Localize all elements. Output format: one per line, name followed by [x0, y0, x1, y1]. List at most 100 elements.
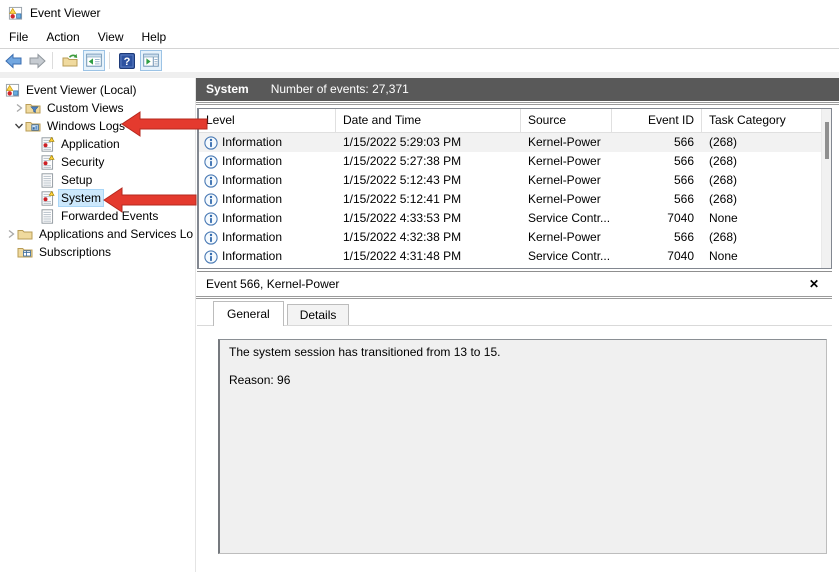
cell-level: Information	[199, 133, 336, 152]
event-description-box[interactable]: The system session has transitioned from…	[218, 339, 827, 554]
cell-source: Service Contr...	[528, 211, 611, 225]
window-title: Event Viewer	[30, 6, 101, 20]
back-button[interactable]	[2, 50, 24, 71]
sidebar-item-security[interactable]: Security	[0, 153, 195, 171]
console-tree-icon	[86, 53, 102, 67]
cell-datetime: 1/15/2022 4:32:38 PM	[343, 230, 462, 244]
cell-datetime: 1/15/2022 4:33:53 PM	[343, 211, 462, 225]
preview-title: Event 566, Kernel-Power	[206, 277, 340, 291]
event-row[interactable]: Information 1/15/2022 4:31:48 PM Service…	[199, 247, 821, 266]
sidebar-item-event-viewer-local[interactable]: Event Viewer (Local)	[0, 81, 195, 99]
toolbar-separator	[109, 52, 110, 69]
cell-datetime: 1/15/2022 4:31:48 PM	[343, 249, 462, 263]
cell-level: Information	[199, 171, 336, 190]
event-viewer-window: Event Viewer File Action View Help ? Eve…	[0, 0, 839, 572]
help-button[interactable]: ?	[116, 50, 138, 71]
information-icon	[204, 192, 218, 207]
close-icon[interactable]: ✕	[809, 272, 819, 296]
cell-source: Kernel-Power	[528, 154, 601, 168]
sidebar-item-system[interactable]: System	[0, 189, 195, 207]
sidebar-item-subscriptions[interactable]: Subscriptions	[0, 243, 195, 261]
preview-tab-strip: General Details	[197, 300, 832, 326]
cell-source: Kernel-Power	[528, 135, 601, 149]
cell-source: Kernel-Power	[528, 192, 601, 206]
divider	[196, 101, 839, 106]
subscriptions-folder-icon	[17, 244, 33, 260]
custom-views-folder-icon	[25, 100, 41, 116]
forward-button[interactable]	[26, 50, 48, 71]
sidebar-item-applications-and-services-logs[interactable]: Applications and Services Lo	[0, 225, 195, 243]
column-header-event-id[interactable]: Event ID	[612, 109, 702, 133]
menu-file[interactable]: File	[0, 27, 37, 47]
tab-general[interactable]: General	[213, 301, 284, 326]
log-icon	[40, 208, 55, 224]
show-console-tree-button[interactable]	[83, 50, 105, 71]
vertical-scrollbar[interactable]	[821, 109, 831, 268]
menu-view[interactable]: View	[89, 27, 133, 47]
cell-source: Kernel-Power	[528, 230, 601, 244]
console-tree-pane: Event Viewer (Local) Custom Views Window…	[0, 78, 196, 572]
event-row[interactable]: Information 1/15/2022 5:29:03 PM Kernel-…	[199, 133, 821, 152]
folder-icon	[17, 226, 33, 242]
chevron-right-icon[interactable]	[4, 229, 17, 239]
title-bar: Event Viewer	[0, 0, 839, 26]
event-viewer-icon	[5, 83, 20, 98]
menu-bar: File Action View Help	[0, 26, 839, 48]
cell-event-id: 566	[673, 173, 694, 187]
folder-export-icon	[62, 53, 78, 66]
cell-level	[199, 266, 336, 268]
cell-event-id: 566	[673, 135, 694, 149]
cell-source: Kernel-Power	[528, 173, 601, 187]
cell-source: Service Contr...	[528, 249, 611, 263]
svg-text:?: ?	[124, 56, 131, 68]
cell-level: Information	[199, 190, 336, 209]
information-icon	[204, 173, 218, 188]
sidebar-item-application[interactable]: Application	[0, 135, 195, 153]
column-header-source[interactable]: Source	[521, 109, 612, 133]
sidebar-item-custom-views[interactable]: Custom Views	[0, 99, 195, 117]
sidebar-item-setup[interactable]: Setup	[0, 171, 195, 189]
log-alert-icon	[40, 154, 55, 170]
event-row[interactable]: Information 1/15/2022 4:32:38 PM Kernel-…	[199, 228, 821, 247]
sidebar-item-windows-logs[interactable]: Windows Logs	[0, 117, 195, 135]
column-header-task-category[interactable]: Task Category	[702, 109, 821, 133]
preview-general-content: The system session has transitioned from…	[197, 326, 832, 572]
menu-action[interactable]: Action	[37, 27, 88, 47]
help-icon: ?	[119, 52, 135, 69]
event-row[interactable]: Information 1/15/2022 5:27:38 PM Kernel-…	[199, 152, 821, 171]
information-icon	[204, 249, 218, 264]
column-header-date-and-time[interactable]: Date and Time	[336, 109, 521, 133]
log-name: System	[206, 82, 249, 96]
cell-level: Information	[199, 209, 336, 228]
chevron-expanded-icon[interactable]	[12, 121, 25, 131]
event-row[interactable]: Information 1/15/2022 4:33:53 PM Service…	[199, 209, 821, 228]
toolbar: ?	[0, 48, 839, 72]
cell-event-id: 7040	[667, 249, 694, 263]
event-row[interactable]: Information 1/15/2022 5:12:43 PM Kernel-…	[199, 171, 821, 190]
scrollbar-thumb[interactable]	[825, 122, 829, 159]
preview-header-bar: Event 566, Kernel-Power ✕	[197, 271, 832, 295]
event-row-partial[interactable]	[199, 266, 821, 268]
cell-event-id: 566	[673, 154, 694, 168]
event-row[interactable]: Information 1/15/2022 5:12:41 PM Kernel-…	[199, 190, 821, 209]
tab-details[interactable]: Details	[286, 304, 350, 325]
results-pane: System Number of events: 27,371 Level Dat…	[196, 78, 839, 572]
chevron-right-icon[interactable]	[12, 103, 25, 113]
event-description: The system session has transitioned from…	[229, 345, 501, 359]
show-action-pane-button[interactable]	[140, 50, 162, 71]
cell-task-category: None	[709, 211, 738, 225]
cell-level: Information	[199, 247, 336, 266]
events-count: Number of events: 27,371	[270, 82, 409, 96]
sidebar-item-forwarded-events[interactable]: Forwarded Events	[0, 207, 195, 225]
cell-event-id: 566	[673, 192, 694, 206]
cell-level: Information	[199, 228, 336, 247]
menu-help[interactable]: Help	[133, 27, 176, 47]
cell-datetime: 1/15/2022 5:12:41 PM	[343, 192, 462, 206]
open-saved-log-button[interactable]	[59, 50, 81, 71]
information-icon	[204, 154, 218, 169]
cell-task-category: (268)	[709, 135, 738, 149]
events-table-header: Level Date and Time Source Event ID Task…	[199, 109, 821, 133]
column-header-level[interactable]: Level	[199, 109, 336, 133]
action-pane-icon	[143, 53, 159, 67]
events-table: Level Date and Time Source Event ID Task…	[197, 108, 832, 269]
